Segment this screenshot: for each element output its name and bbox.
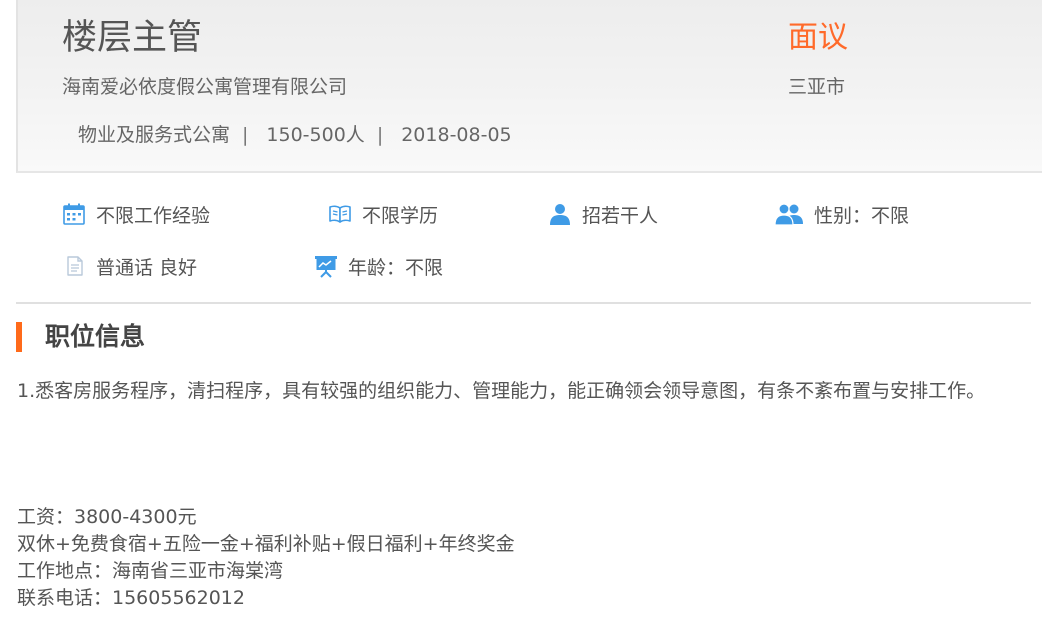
presentation-board-icon [315,256,337,278]
requirement-education: 不限学历 [328,199,438,229]
requirement-label: 不限学历 [362,204,439,227]
job-detail-benefits: 双休+免费食宿+五险一金+福利补贴+假日福利+年终奖金 [17,533,515,555]
requirement-age: 年龄：不限 [314,251,443,281]
requirement-label: 不限工作经验 [96,204,211,227]
requirement-label: 年龄：不限 [348,256,444,279]
job-detail-salary: 工资：3800-4300元 [17,506,197,528]
document-icon [67,256,83,276]
requirement-label: 性别：不限 [814,204,910,227]
requirement-experience: 不限工作经验 [62,199,210,229]
meta-separator: | [376,124,384,146]
post-date: 2018-08-05 [401,124,512,146]
calendar-icon [63,203,85,225]
section-accent-bar [16,322,22,352]
company-name[interactable]: 海南爱必依度假公寓管理有限公司 [62,74,347,100]
person-icon [550,204,570,225]
book-icon [329,205,351,223]
requirement-label: 普通话 良好 [96,256,198,279]
company-industry: 物业及服务式公寓 [78,124,231,146]
job-detail-phone: 联系电话：15605562012 [17,587,245,609]
company-meta: 物业及服务式公寓 | 150-500人 | 2018-08-05 [78,121,512,149]
job-title: 楼层主管 [62,18,203,58]
requirement-headcount: 招若干人 [548,199,658,229]
job-city: 三亚市 [788,76,846,98]
section-title: 职位信息 [45,322,146,351]
divider [16,302,1031,304]
requirement-language: 普通话 良好 [64,251,197,281]
people-icon [774,203,803,226]
job-description: 1.悉客房服务程序，清扫程序，具有较强的组织能力、管理能力，能正确领会领导意图，… [17,380,986,402]
requirement-gender: 性别：不限 [774,199,909,229]
salary: 面议 [788,20,848,55]
job-detail-location: 工作地点：海南省三亚市海棠湾 [17,560,284,582]
job-header: 楼层主管 海南爱必依度假公寓管理有限公司 物业及服务式公寓 | 150-500人 | 2… [16,0,1042,173]
meta-separator: | [242,124,249,146]
company-size: 150-500人 [266,124,365,146]
requirement-label: 招若干人 [582,204,659,227]
